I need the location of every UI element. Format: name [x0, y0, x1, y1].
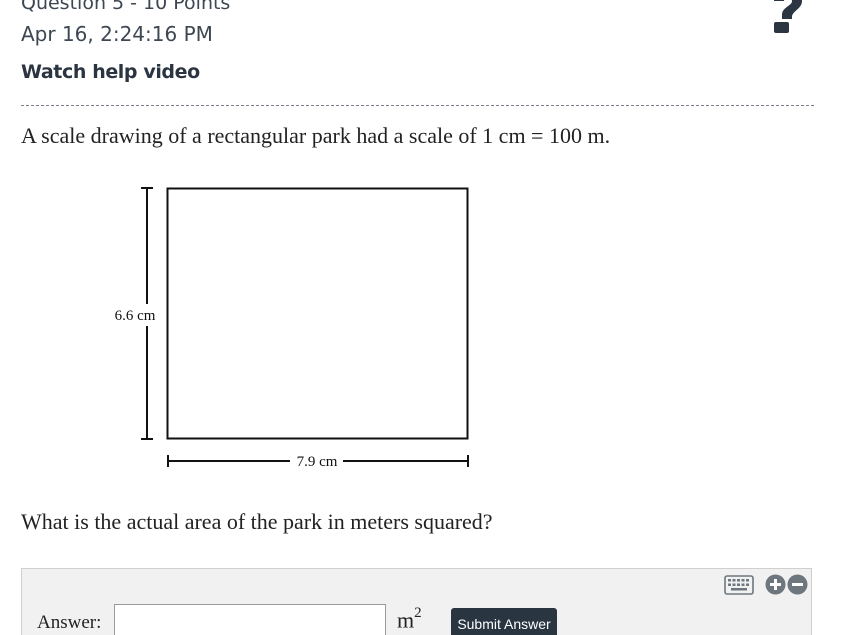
submit-answer-button[interactable]: Submit Answer [451, 608, 557, 635]
height-label: 6.6 cm [115, 308, 156, 324]
header-divider [21, 105, 814, 106]
keyboard-icon[interactable] [724, 574, 754, 596]
question-label: Question 5 - 10 Points [21, 0, 231, 14]
timestamp: Apr 16, 2:24:16 PM [21, 22, 213, 46]
unit-base: m [397, 607, 415, 633]
park-rectangle [166, 187, 469, 440]
unit-exponent: 2 [414, 605, 422, 621]
question-mark-icon[interactable] [768, 0, 808, 36]
question-statement: A scale drawing of a rectangular park ha… [21, 123, 611, 148]
answer-panel: Answer: m2 Submit Answer [21, 568, 812, 635]
width-label: 7.9 cm [297, 454, 338, 470]
answer-input[interactable] [114, 604, 386, 635]
answer-unit: m2 [397, 605, 422, 633]
answer-label: Answer: [37, 612, 102, 633]
zoom-out-icon[interactable] [787, 574, 808, 595]
park-scale-drawing: 6.6 cm 7.9 cm [115, 187, 469, 470]
question-prompt: What is the actual area of the park in m… [21, 509, 493, 534]
watch-help-video-link[interactable]: Watch help video [21, 61, 200, 83]
zoom-in-icon[interactable] [765, 574, 786, 595]
